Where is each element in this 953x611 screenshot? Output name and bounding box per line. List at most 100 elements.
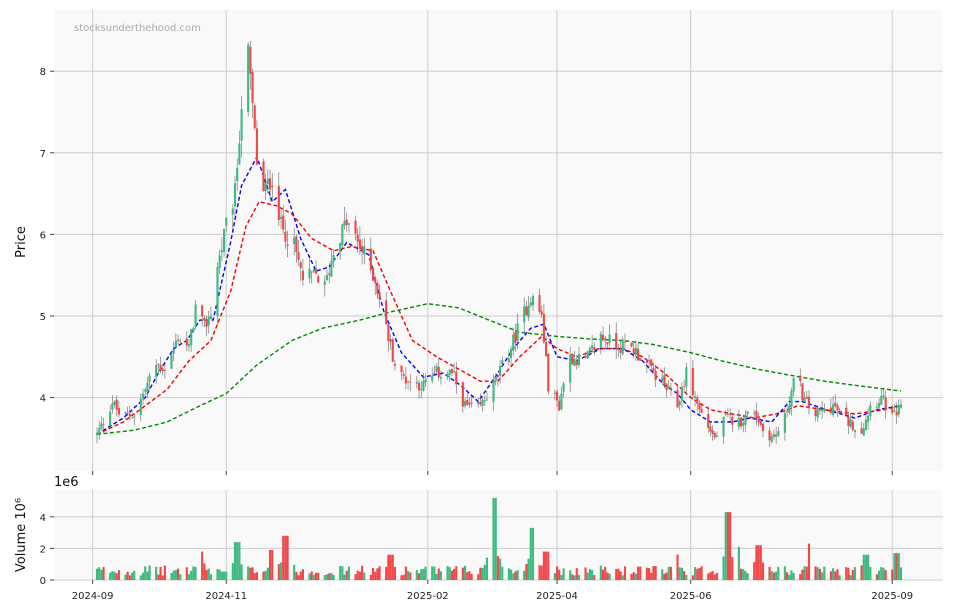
candle-body [529, 302, 532, 306]
candle-body [623, 341, 627, 343]
volume-bar [332, 574, 335, 580]
candle-body [269, 178, 272, 190]
volume-bar [869, 566, 872, 580]
volume-bar [799, 574, 802, 580]
candle-body [531, 296, 535, 306]
volume-bar [737, 546, 740, 580]
candle-body [433, 372, 436, 374]
volume-bar [453, 568, 456, 580]
volume-bar [269, 550, 272, 580]
volume-axis-label: Volume 10⁶ [14, 498, 29, 572]
volume-bar [293, 564, 296, 580]
volume-bar [378, 566, 381, 580]
candle-body [347, 223, 351, 225]
volume-bar [560, 575, 563, 580]
volume-bar [347, 566, 351, 580]
candle-body [378, 292, 381, 300]
volume-y-ticks: 0 2 4 [40, 513, 54, 587]
volume-bar [619, 571, 622, 580]
candle-body [729, 413, 732, 416]
volume-bar [209, 574, 212, 580]
volume-bar [514, 571, 517, 580]
volume-bar [431, 566, 434, 580]
candle-body [527, 305, 530, 318]
volume-bar [369, 574, 372, 580]
volume-bar [102, 567, 105, 580]
volume-bar [821, 572, 824, 580]
candle-body [187, 344, 191, 347]
candle-body [650, 359, 653, 367]
volume-bar [617, 568, 620, 580]
volume-bar [172, 570, 175, 580]
candle-body [253, 105, 256, 129]
candle-body [593, 347, 596, 351]
volume-bar [676, 554, 679, 580]
candle-body [792, 377, 795, 392]
volume-tick-label: 2 [40, 544, 46, 555]
volume-bar [238, 542, 241, 580]
volume-bar [100, 569, 103, 580]
volume-bar [297, 575, 300, 580]
candle-body [102, 424, 105, 426]
volume-bar [669, 566, 673, 580]
volume-bar [323, 575, 326, 580]
volume-bar [709, 572, 712, 580]
volume-bar [387, 554, 390, 580]
candle-body [501, 360, 504, 364]
volume-bar [729, 512, 732, 580]
volume-bar [231, 562, 234, 580]
volume-bar [422, 568, 425, 580]
volume-bar [111, 571, 114, 580]
x-tick-label: 2024-11 [205, 591, 247, 602]
candle-body [308, 268, 311, 279]
candle-body [632, 348, 635, 354]
volume-bar [420, 569, 423, 580]
volume-bar [155, 566, 158, 580]
volume-bar [148, 565, 151, 580]
volume-bar [691, 575, 694, 580]
candle-body [284, 231, 287, 242]
volume-bar [722, 556, 725, 580]
candle-body [678, 401, 681, 406]
candle-body [645, 361, 648, 363]
volume-bar [540, 565, 543, 580]
volume-bar [792, 573, 795, 580]
volume-bar [128, 575, 131, 580]
volume-bar [601, 569, 605, 580]
volume-bar [499, 558, 502, 580]
volume-bar [661, 569, 664, 580]
volume-bar [371, 567, 375, 580]
candle-body [803, 398, 806, 403]
candle-body [829, 407, 832, 413]
candle-body [847, 416, 850, 427]
volume-bar [139, 575, 142, 580]
volume-bar [588, 569, 591, 580]
volume-bar [814, 566, 817, 580]
volume-bar [845, 567, 848, 580]
candle-body [499, 365, 502, 376]
candle-body [540, 311, 543, 315]
candle-body [604, 338, 607, 341]
candle-body [755, 411, 758, 418]
candle-body [895, 411, 898, 416]
volume-bar [571, 574, 574, 580]
volume-bar [542, 551, 545, 580]
candle-body [647, 360, 651, 362]
candle-body [768, 430, 771, 441]
candle-body [652, 368, 655, 372]
candle-body [814, 409, 817, 417]
candle-body [591, 345, 594, 349]
volume-bar [650, 572, 653, 580]
candle-body [630, 342, 633, 347]
volume-bar [634, 573, 637, 580]
candle-body [238, 143, 241, 165]
volume-bar [494, 497, 497, 580]
candle-body [617, 348, 620, 350]
volume-bar [461, 567, 464, 580]
candle-body [757, 416, 760, 423]
volume-bar [236, 542, 239, 580]
candle-body [470, 402, 473, 404]
candle-body [282, 215, 285, 230]
volume-bar [586, 572, 589, 580]
volume-bar [343, 574, 346, 580]
